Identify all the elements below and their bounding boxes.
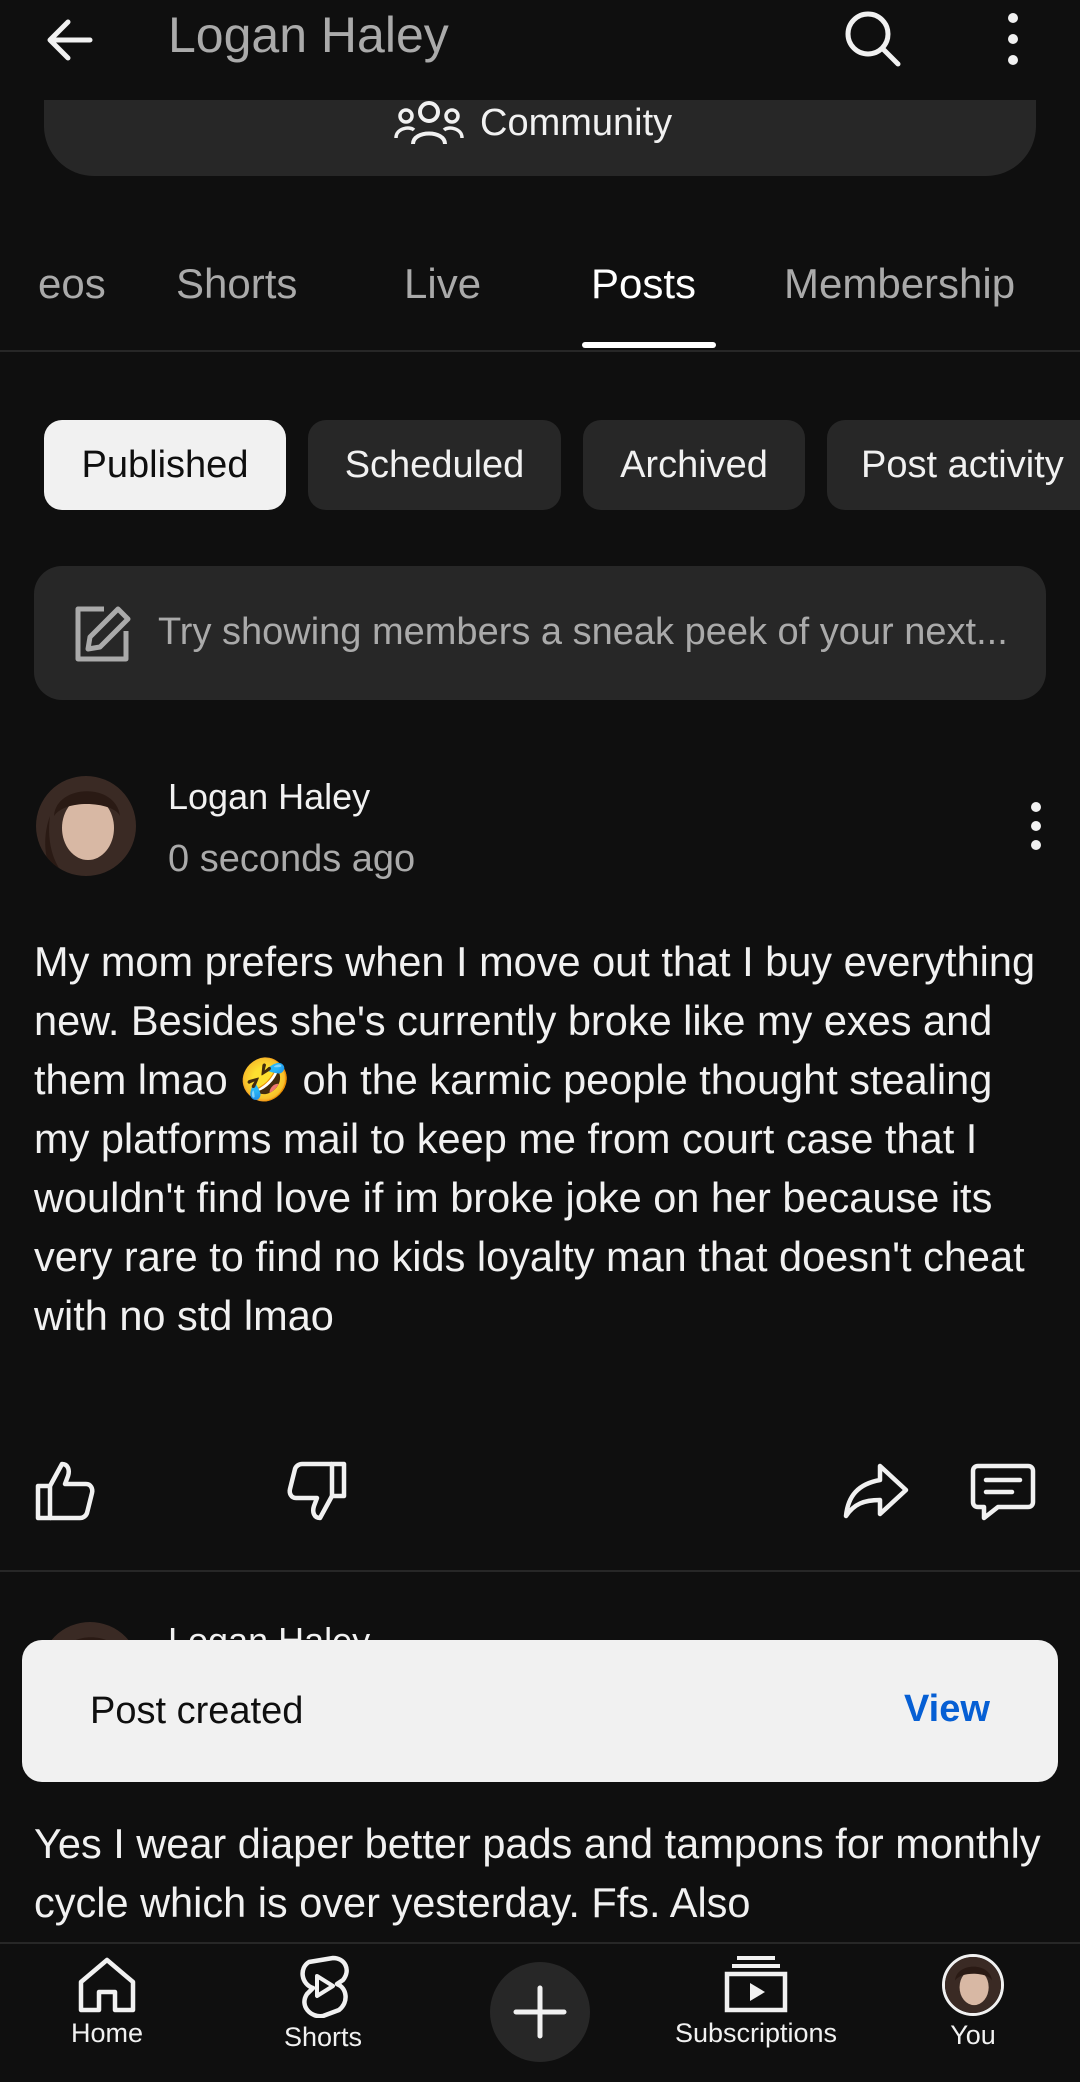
composer-placeholder: Try showing members a sneak peek of your… [158, 611, 1008, 653]
community-label: Community [480, 101, 673, 144]
tab-videos[interactable]: eos [38, 260, 106, 308]
nav-home[interactable]: Home [7, 1954, 207, 2049]
post-author[interactable]: Logan Haley [168, 776, 370, 818]
post-divider [0, 1570, 1080, 1572]
tab-membership[interactable]: Membership [784, 260, 1015, 308]
nav-shorts[interactable]: Shorts [223, 1954, 423, 2053]
chip-published[interactable]: Published [44, 420, 286, 510]
community-button-content: Community [394, 98, 672, 148]
avatar [942, 1954, 1004, 2016]
more-vert-icon [1031, 802, 1041, 850]
search-button[interactable] [840, 6, 920, 74]
back-button[interactable] [40, 10, 120, 70]
snackbar-message: Post created [90, 1690, 304, 1732]
create-button[interactable] [490, 1962, 590, 2062]
page-title: Logan Haley [168, 7, 449, 63]
tab-posts[interactable]: Posts [591, 260, 696, 308]
nav-home-label: Home [70, 2018, 144, 2048]
comment-button[interactable] [968, 1456, 1038, 1526]
post-menu-button[interactable] [1008, 796, 1058, 856]
nav-you-label: You [950, 2020, 996, 2050]
nav-you[interactable]: You [873, 1954, 1073, 2051]
chip-post-activity[interactable]: Post activity [827, 420, 1080, 510]
like-icon [35, 1461, 95, 1521]
next-post-body: Yes I wear diaper better pads and tampon… [34, 1820, 1041, 1926]
more-vert-icon [1008, 13, 1018, 65]
nav-shorts-label: Shorts [283, 2022, 363, 2052]
tab-shorts[interactable]: Shorts [176, 260, 297, 308]
channel-tabs: eos Shorts Live Posts Membership [0, 240, 1080, 352]
snackbar-view-button[interactable]: View [904, 1688, 990, 1731]
active-tab-indicator [582, 342, 716, 348]
nav-subscriptions[interactable]: Subscriptions [656, 1954, 856, 2049]
shorts-icon [300, 1955, 349, 2018]
like-button[interactable] [30, 1456, 100, 1526]
share-button[interactable] [842, 1456, 912, 1526]
nav-subscriptions-label: Subscriptions [674, 2018, 838, 2048]
chip-archived[interactable]: Archived [583, 420, 805, 510]
search-icon [845, 11, 901, 67]
more-options-button[interactable] [985, 6, 1035, 74]
subscriptions-icon [724, 1956, 788, 2013]
post-body: My mom prefers when I move out that I bu… [34, 938, 1036, 1339]
edit-icon [70, 603, 132, 665]
share-icon [843, 1463, 909, 1519]
avatar[interactable] [36, 776, 136, 876]
back-arrow-icon [47, 19, 93, 61]
post-timestamp: 0 seconds ago [168, 838, 416, 880]
dislike-button[interactable] [282, 1456, 352, 1526]
comment-icon [970, 1463, 1036, 1521]
tab-live[interactable]: Live [404, 260, 481, 308]
home-icon [78, 1957, 136, 2013]
chip-scheduled[interactable]: Scheduled [308, 420, 561, 510]
dislike-icon [287, 1461, 347, 1521]
plus-icon [513, 1985, 567, 2039]
community-icon [394, 101, 464, 145]
